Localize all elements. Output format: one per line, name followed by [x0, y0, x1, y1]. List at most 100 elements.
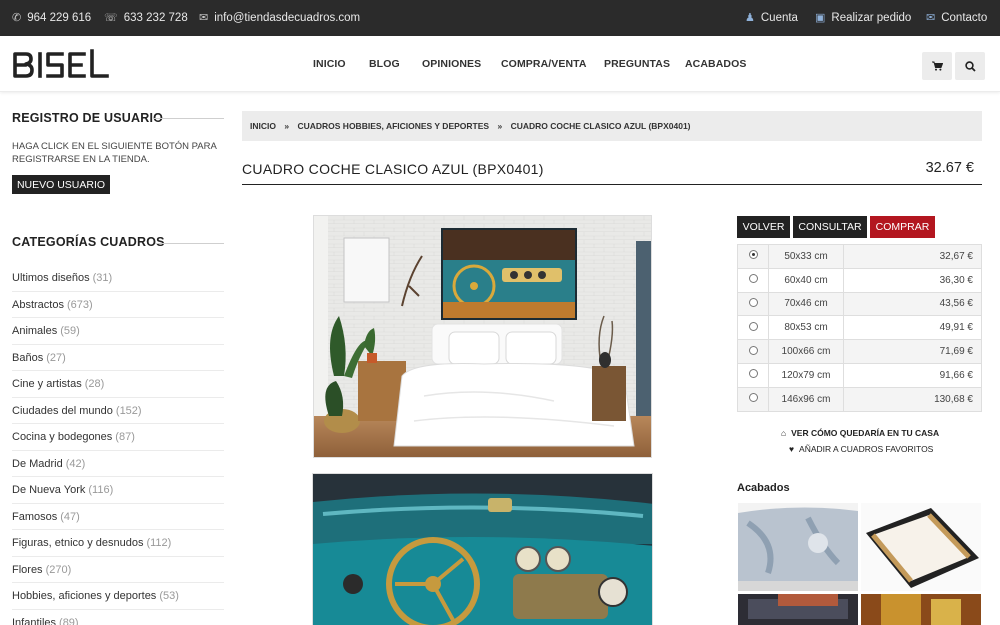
size-option-row[interactable]: 120x79 cm 91,66 €	[737, 362, 982, 388]
category-item[interactable]: Abstractos (673)	[12, 292, 224, 318]
breadcrumb-separator: »	[284, 121, 290, 131]
finish-thumb-canvas[interactable]	[738, 503, 858, 591]
size-price: 130,68 €	[843, 386, 982, 412]
bisel-logo[interactable]	[12, 48, 110, 82]
contact-link[interactable]: ✉ Contacto	[926, 0, 987, 36]
category-count: (116)	[88, 484, 114, 496]
size-option-row[interactable]: 70x46 cm 43,56 €	[737, 291, 982, 317]
category-name: Cocina y bodegones	[12, 431, 113, 443]
user-icon: ♟	[745, 12, 755, 24]
category-count: (270)	[45, 563, 72, 576]
size-radio[interactable]	[748, 321, 758, 331]
finishes-title: Acabados	[737, 482, 790, 494]
category-item[interactable]: Infantiles (89)	[12, 610, 224, 625]
register-title: REGISTRO DE USUARIO	[12, 111, 164, 125]
category-count: (47)	[60, 510, 80, 523]
email-link[interactable]: ✉ info@tiendasdecuadros.com	[199, 0, 360, 36]
site-header: INICIO BLOG OPINIONES COMPRA/VENTA PREGU…	[0, 36, 1000, 92]
category-name: Flores	[12, 563, 43, 576]
size-price: 49,91 €	[843, 315, 982, 341]
cart-button[interactable]	[922, 52, 952, 80]
buy-button[interactable]: COMPRAR	[870, 216, 935, 238]
breadcrumb-home[interactable]: INICIO	[250, 121, 276, 131]
breadcrumb-separator: »	[497, 121, 503, 131]
view-in-home-link[interactable]: ⌂ VER CÓMO QUEDARÍA EN TU CASA	[781, 428, 939, 438]
room-mockup-image[interactable]	[313, 215, 652, 458]
size-radio[interactable]	[748, 297, 758, 307]
category-count: (59)	[60, 325, 80, 337]
size-price: 36,30 €	[843, 267, 982, 293]
size-option-row[interactable]: 60x40 cm 36,30 €	[737, 267, 982, 293]
category-count: (28)	[84, 378, 105, 390]
consult-button[interactable]: CONSULTAR	[793, 216, 867, 238]
category-item[interactable]: Ultimos diseños (31)	[12, 265, 224, 292]
size-radio[interactable]	[748, 345, 758, 355]
category-name: Ultimos diseños	[12, 272, 90, 284]
phone-2[interactable]: ☏ 633 232 728	[104, 0, 188, 36]
category-name: Infantiles	[12, 616, 57, 625]
category-item[interactable]: Flores (270)	[12, 557, 224, 583]
size-option-row[interactable]: 50x33 cm 32,67 €	[737, 244, 982, 269]
size-price: 71,69 €	[843, 339, 982, 364]
size-radio[interactable]	[748, 369, 758, 379]
category-item[interactable]: Ciudades del mundo (152)	[12, 398, 224, 424]
nav-blog[interactable]: BLOG	[369, 58, 400, 70]
phone-1[interactable]: ✆ 964 229 616	[12, 0, 91, 36]
size-options-table: 50x33 cm 32,67 €60x40 cm 36,30 €70x46 cm 43…	[737, 244, 982, 412]
size-option-row[interactable]: 146x96 cm 130,68 €	[737, 386, 982, 412]
category-item[interactable]: Animales (59)	[12, 318, 224, 345]
size-label: 120x79 cm	[768, 362, 844, 388]
nav-preguntas[interactable]: PREGUNTAS	[604, 58, 670, 70]
search-icon	[964, 60, 976, 72]
nav-opiniones[interactable]: OPINIONES	[422, 58, 481, 70]
size-option-row[interactable]: 100x66 cm 71,69 €	[737, 339, 982, 364]
divider	[154, 118, 224, 119]
size-price: 91,66 €	[843, 362, 982, 388]
envelope-icon: ✉	[199, 12, 209, 24]
breadcrumb-category[interactable]: CUADROS HOBBIES, AFICIONES Y DEPORTES	[297, 121, 489, 131]
category-item[interactable]: De Madrid (42)	[12, 451, 224, 477]
size-option-row[interactable]: 80x53 cm 49,91 €	[737, 315, 982, 341]
category-item[interactable]: Figuras, etnico y desnudos (112)	[12, 530, 224, 557]
size-radio[interactable]	[748, 393, 758, 403]
account-link[interactable]: ♟ Cuenta	[745, 0, 798, 36]
category-item[interactable]: Cocina y bodegones (87)	[12, 424, 224, 451]
category-name: Cine y artistas	[12, 378, 82, 390]
dashboard-image[interactable]	[312, 473, 653, 625]
finish-thumb-frame[interactable]	[861, 503, 981, 591]
cart-icon	[931, 61, 943, 71]
category-item[interactable]: Famosos (47)	[12, 504, 224, 530]
category-item[interactable]: Baños (27)	[12, 345, 224, 371]
category-name: Animales	[12, 325, 58, 337]
size-label: 80x53 cm	[768, 315, 844, 341]
category-item[interactable]: Hobbies, aficiones y deportes (53)	[12, 583, 224, 610]
category-name: Famosos	[12, 510, 58, 523]
size-radio[interactable]	[748, 250, 758, 260]
size-label: 100x66 cm	[768, 339, 844, 364]
category-count: (42)	[65, 457, 86, 470]
phone-icon: ✆	[12, 12, 22, 24]
new-user-button[interactable]: NUEVO USUARIO	[12, 175, 110, 194]
finish-thumb-art[interactable]	[861, 594, 981, 625]
category-item[interactable]: De Nueva York (116)	[12, 477, 224, 504]
category-count: (673)	[66, 298, 93, 311]
category-count: (89)	[59, 616, 79, 625]
envelope-icon: ✉	[926, 12, 936, 24]
nav-compra-venta[interactable]: COMPRA/VENTA	[501, 58, 587, 70]
size-radio[interactable]	[748, 274, 758, 284]
finish-thumb-printer[interactable]	[738, 594, 858, 625]
search-button[interactable]	[955, 52, 985, 80]
bag-icon: ▣	[815, 12, 826, 24]
category-count: (152)	[115, 404, 142, 417]
nav-acabados[interactable]: ACABADOS	[685, 58, 746, 70]
category-item[interactable]: Cine y artistas (28)	[12, 371, 224, 398]
top-bar: ✆ 964 229 616 ☏ 633 232 728 ✉ info@tiendasd…	[0, 0, 1000, 36]
breadcrumb-current: CUADRO COCHE CLASICO AZUL (BPX0401)	[510, 121, 691, 131]
category-name: De Madrid	[12, 457, 63, 470]
size-label: 50x33 cm	[768, 244, 844, 269]
category-count: (31)	[92, 272, 113, 284]
add-favorites-link[interactable]: ♥ AÑADIR A CUADROS FAVORITOS	[789, 444, 933, 454]
back-button[interactable]: VOLVER	[737, 216, 790, 238]
nav-inicio[interactable]: INICIO	[313, 58, 346, 70]
order-link[interactable]: ▣ Realizar pedido	[815, 0, 911, 36]
